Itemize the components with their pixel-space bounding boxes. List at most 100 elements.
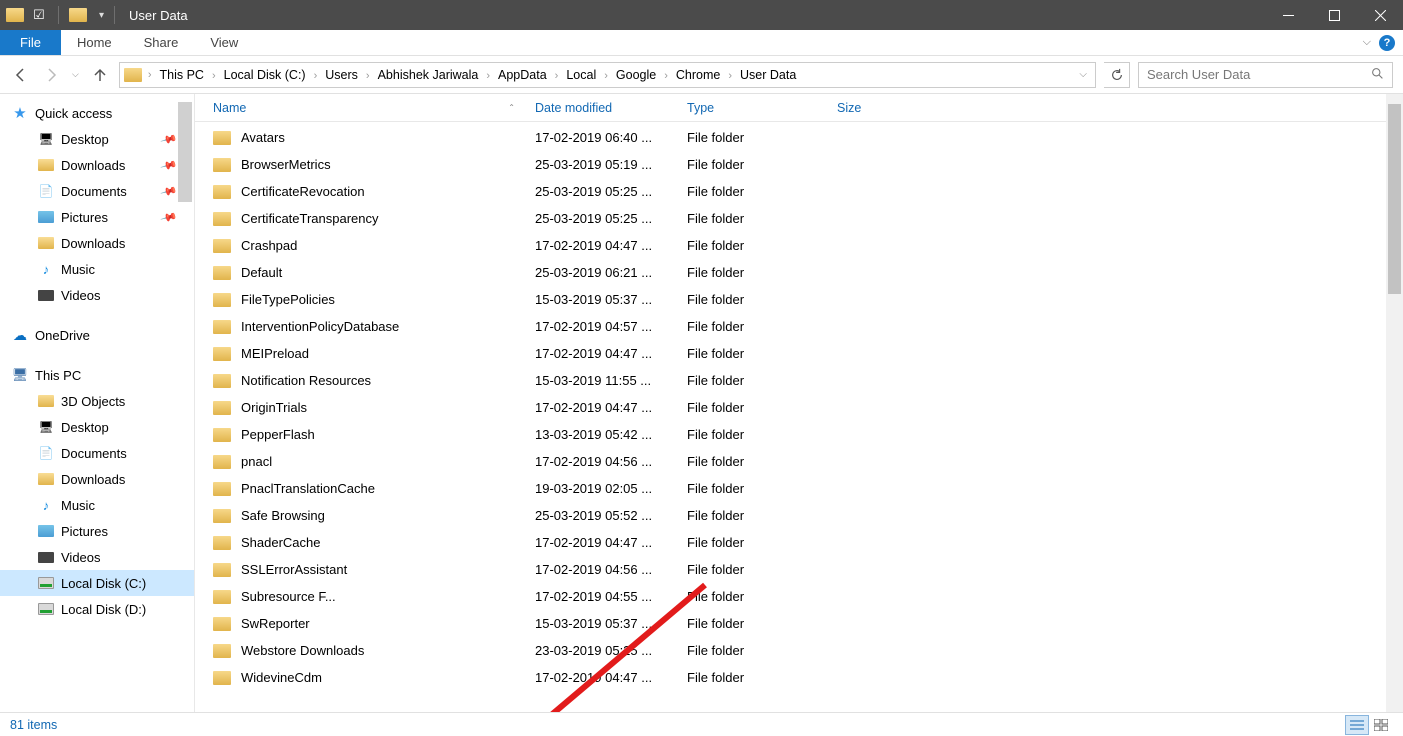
file-row[interactable]: CertificateRevocation25-03-2019 05:25 ..… — [195, 178, 1386, 205]
tab-view[interactable]: View — [194, 30, 254, 55]
sidebar-item[interactable]: 📄Documents📌 — [0, 178, 194, 204]
navigation-pane[interactable]: ★ Quick access 🖥Desktop📌Downloads📌📄Docum… — [0, 94, 195, 712]
file-row[interactable]: BrowserMetrics25-03-2019 05:19 ...File f… — [195, 151, 1386, 178]
sidebar-item[interactable]: Local Disk (D:) — [0, 596, 194, 622]
breadcrumb-item[interactable]: Abhishek Jariwala — [372, 68, 485, 82]
path-dropdown-icon[interactable]: ⌵ — [1071, 69, 1095, 80]
pin-icon: 📌 — [160, 182, 178, 200]
breadcrumb-item[interactable]: Google — [610, 68, 662, 82]
file-scrollbar[interactable] — [1386, 94, 1403, 712]
sidebar-item[interactable]: 🖥Desktop — [0, 414, 194, 440]
file-date: 17-02-2019 04:56 ... — [535, 562, 687, 577]
sidebar-item[interactable]: 📄Documents — [0, 440, 194, 466]
file-row[interactable]: ShaderCache17-02-2019 04:47 ...File fold… — [195, 529, 1386, 556]
details-view-button[interactable] — [1345, 715, 1369, 735]
minimize-button[interactable] — [1265, 0, 1311, 30]
breadcrumb-sep-icon[interactable]: › — [364, 70, 372, 82]
address-bar: ⌵ › This PC›Local Disk (C:)›Users›Abhish… — [0, 56, 1403, 94]
file-date: 17-02-2019 04:47 ... — [535, 535, 687, 550]
history-dropdown-icon[interactable]: ⌵ — [70, 69, 81, 80]
file-row[interactable]: Crashpad17-02-2019 04:47 ...File folder — [195, 232, 1386, 259]
refresh-button[interactable] — [1104, 62, 1130, 88]
sidebar-item[interactable]: Videos — [0, 282, 194, 308]
breadcrumb-item[interactable]: Users — [319, 68, 364, 82]
breadcrumb-item[interactable]: Local Disk (C:) — [218, 68, 312, 82]
nav-quick-access[interactable]: ★ Quick access — [0, 100, 194, 126]
breadcrumb-sep-icon[interactable]: › — [662, 70, 670, 82]
sidebar-item-label: Local Disk (C:) — [61, 576, 146, 591]
sidebar-item-label: Desktop — [61, 420, 109, 435]
file-row[interactable]: pnacl17-02-2019 04:56 ...File folder — [195, 448, 1386, 475]
forward-button[interactable] — [40, 64, 62, 86]
breadcrumb-sep-icon[interactable]: › — [146, 69, 154, 81]
breadcrumb-item[interactable]: AppData — [492, 68, 553, 82]
column-size[interactable]: Size — [837, 101, 937, 115]
column-name[interactable]: Name⌃ — [213, 101, 535, 115]
qat-newfolder-icon[interactable] — [69, 8, 87, 22]
tab-share[interactable]: Share — [128, 30, 195, 55]
file-type: File folder — [687, 670, 837, 685]
file-row[interactable]: SwReporter15-03-2019 05:37 ...File folde… — [195, 610, 1386, 637]
back-button[interactable] — [10, 64, 32, 86]
file-row[interactable]: OriginTrials17-02-2019 04:47 ...File fol… — [195, 394, 1386, 421]
ribbon-expand-icon[interactable]: ⌵ — [1363, 36, 1371, 49]
file-row[interactable]: Notification Resources15-03-2019 11:55 .… — [195, 367, 1386, 394]
up-button[interactable] — [89, 64, 111, 86]
sidebar-item[interactable]: Pictures📌 — [0, 204, 194, 230]
maximize-button[interactable] — [1311, 0, 1357, 30]
sidebar-item-label: Pictures — [61, 524, 108, 539]
file-row[interactable]: Webstore Downloads23-03-2019 05:25 ...Fi… — [195, 637, 1386, 664]
column-type[interactable]: Type — [687, 101, 837, 115]
sidebar-item[interactable]: Downloads — [0, 466, 194, 492]
folder-icon — [213, 212, 231, 226]
nav-onedrive[interactable]: ☁ OneDrive — [0, 322, 194, 348]
sidebar-item[interactable]: Downloads📌 — [0, 152, 194, 178]
close-button[interactable] — [1357, 0, 1403, 30]
file-name: PnaclTranslationCache — [241, 481, 535, 496]
breadcrumb[interactable]: › This PC›Local Disk (C:)›Users›Abhishek… — [119, 62, 1096, 88]
file-row[interactable]: Default25-03-2019 06:21 ...File folder — [195, 259, 1386, 286]
breadcrumb-item[interactable]: Local — [560, 68, 602, 82]
file-row[interactable]: Subresource F...17-02-2019 04:55 ...File… — [195, 583, 1386, 610]
breadcrumb-item[interactable]: This PC — [154, 68, 210, 82]
breadcrumb-item[interactable]: Chrome — [670, 68, 726, 82]
file-row[interactable]: MEIPreload17-02-2019 04:47 ...File folde… — [195, 340, 1386, 367]
nav-this-pc[interactable]: 🖥 This PC — [0, 362, 194, 388]
qat-customize-icon[interactable]: ▾ — [93, 10, 110, 21]
file-row[interactable]: FileTypePolicies15-03-2019 05:37 ...File… — [195, 286, 1386, 313]
sidebar-item[interactable]: Local Disk (C:) — [0, 570, 194, 596]
file-row[interactable]: CertificateTransparency25-03-2019 05:25 … — [195, 205, 1386, 232]
tab-home[interactable]: Home — [61, 30, 128, 55]
sidebar-item[interactable]: 3D Objects — [0, 388, 194, 414]
sort-ascending-icon: ⌃ — [508, 103, 515, 112]
breadcrumb-sep-icon[interactable]: › — [484, 70, 492, 82]
file-date: 25-03-2019 05:19 ... — [535, 157, 687, 172]
file-row[interactable]: SSLErrorAssistant17-02-2019 04:56 ...Fil… — [195, 556, 1386, 583]
tab-file[interactable]: File — [0, 30, 61, 55]
file-row[interactable]: Safe Browsing25-03-2019 05:52 ...File fo… — [195, 502, 1386, 529]
sidebar-item[interactable]: Videos — [0, 544, 194, 570]
sidebar-item[interactable]: 🖥Desktop📌 — [0, 126, 194, 152]
sidebar-item[interactable]: ♪Music — [0, 492, 194, 518]
sidebar-item-label: Local Disk (D:) — [61, 602, 146, 617]
scrollbar-thumb[interactable] — [1388, 104, 1401, 294]
help-icon[interactable]: ? — [1379, 35, 1395, 51]
thumbnails-view-button[interactable] — [1369, 715, 1393, 735]
file-row[interactable]: InterventionPolicyDatabase17-02-2019 04:… — [195, 313, 1386, 340]
column-date[interactable]: Date modified — [535, 101, 687, 115]
file-row[interactable]: Avatars17-02-2019 06:40 ...File folder — [195, 124, 1386, 151]
file-row[interactable]: WidevineCdm17-02-2019 04:47 ...File fold… — [195, 664, 1386, 691]
sidebar-item[interactable]: Downloads — [0, 230, 194, 256]
breadcrumb-sep-icon[interactable]: › — [602, 70, 610, 82]
sidebar-item-label: 3D Objects — [61, 394, 125, 409]
sidebar-item[interactable]: Pictures — [0, 518, 194, 544]
breadcrumb-sep-icon[interactable]: › — [210, 70, 218, 82]
breadcrumb-item[interactable]: User Data — [734, 68, 802, 82]
search-input[interactable]: Search User Data — [1138, 62, 1393, 88]
file-row[interactable]: PepperFlash13-03-2019 05:42 ...File fold… — [195, 421, 1386, 448]
sidebar-item[interactable]: ♪Music — [0, 256, 194, 282]
file-row[interactable]: PnaclTranslationCache19-03-2019 02:05 ..… — [195, 475, 1386, 502]
breadcrumb-sep-icon[interactable]: › — [726, 70, 734, 82]
qat-properties-icon[interactable]: ☑ — [30, 6, 48, 24]
navpane-scrollbar[interactable] — [178, 102, 192, 202]
